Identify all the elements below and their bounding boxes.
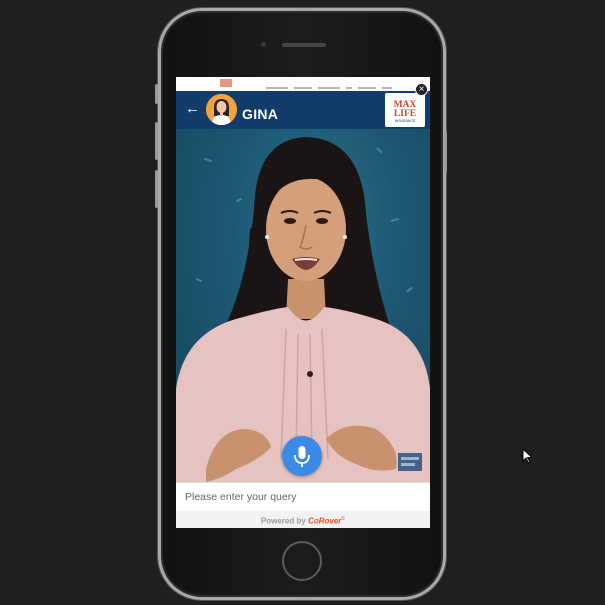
website-nav-link — [358, 87, 376, 89]
corover-brand[interactable]: CoRover — [308, 517, 341, 526]
volume-up-button — [155, 122, 158, 160]
powered-by-footer: Powered by CoRover® — [176, 511, 430, 528]
avatar-video — [176, 129, 430, 482]
website-nav-link — [318, 87, 340, 89]
home-button[interactable] — [282, 541, 322, 581]
presenter-video-frame — [176, 137, 430, 482]
earpiece-speaker — [282, 43, 326, 47]
power-button — [444, 132, 447, 172]
website-background-strip — [176, 77, 430, 92]
website-nav-link — [266, 87, 288, 89]
avatar-woman-icon — [206, 94, 237, 125]
logo-line-2: LIFE — [393, 109, 417, 119]
bot-avatar — [206, 94, 237, 125]
mouse-pointer-icon — [522, 447, 534, 469]
front-camera — [261, 42, 266, 47]
website-nav-link — [346, 87, 352, 89]
microphone-button[interactable] — [282, 436, 322, 476]
chat-header: ← GINA MAX LIFE INSURANCE — [176, 91, 430, 129]
arrow-left-icon[interactable]: ← — [185, 99, 200, 119]
registered-mark: ® — [341, 516, 346, 522]
logo-line-3: INSURANCE — [394, 119, 416, 123]
bot-name: GINA — [242, 106, 279, 122]
website-nav-link — [382, 87, 392, 89]
website-nav-link — [294, 87, 312, 89]
powered-by-label: Powered by — [260, 516, 306, 526]
website-logo — [220, 79, 232, 87]
query-input[interactable] — [185, 488, 421, 506]
close-icon[interactable]: × — [415, 83, 428, 96]
phone-screen: ← GINA MAX LIFE INSURANCE Please enter y… — [176, 77, 430, 528]
max-life-logo: MAX LIFE INSURANCE — [385, 93, 425, 127]
volume-down-button — [155, 170, 158, 208]
query-input-bar — [176, 482, 430, 511]
microphone-icon — [294, 446, 310, 467]
mute-switch — [155, 84, 158, 104]
